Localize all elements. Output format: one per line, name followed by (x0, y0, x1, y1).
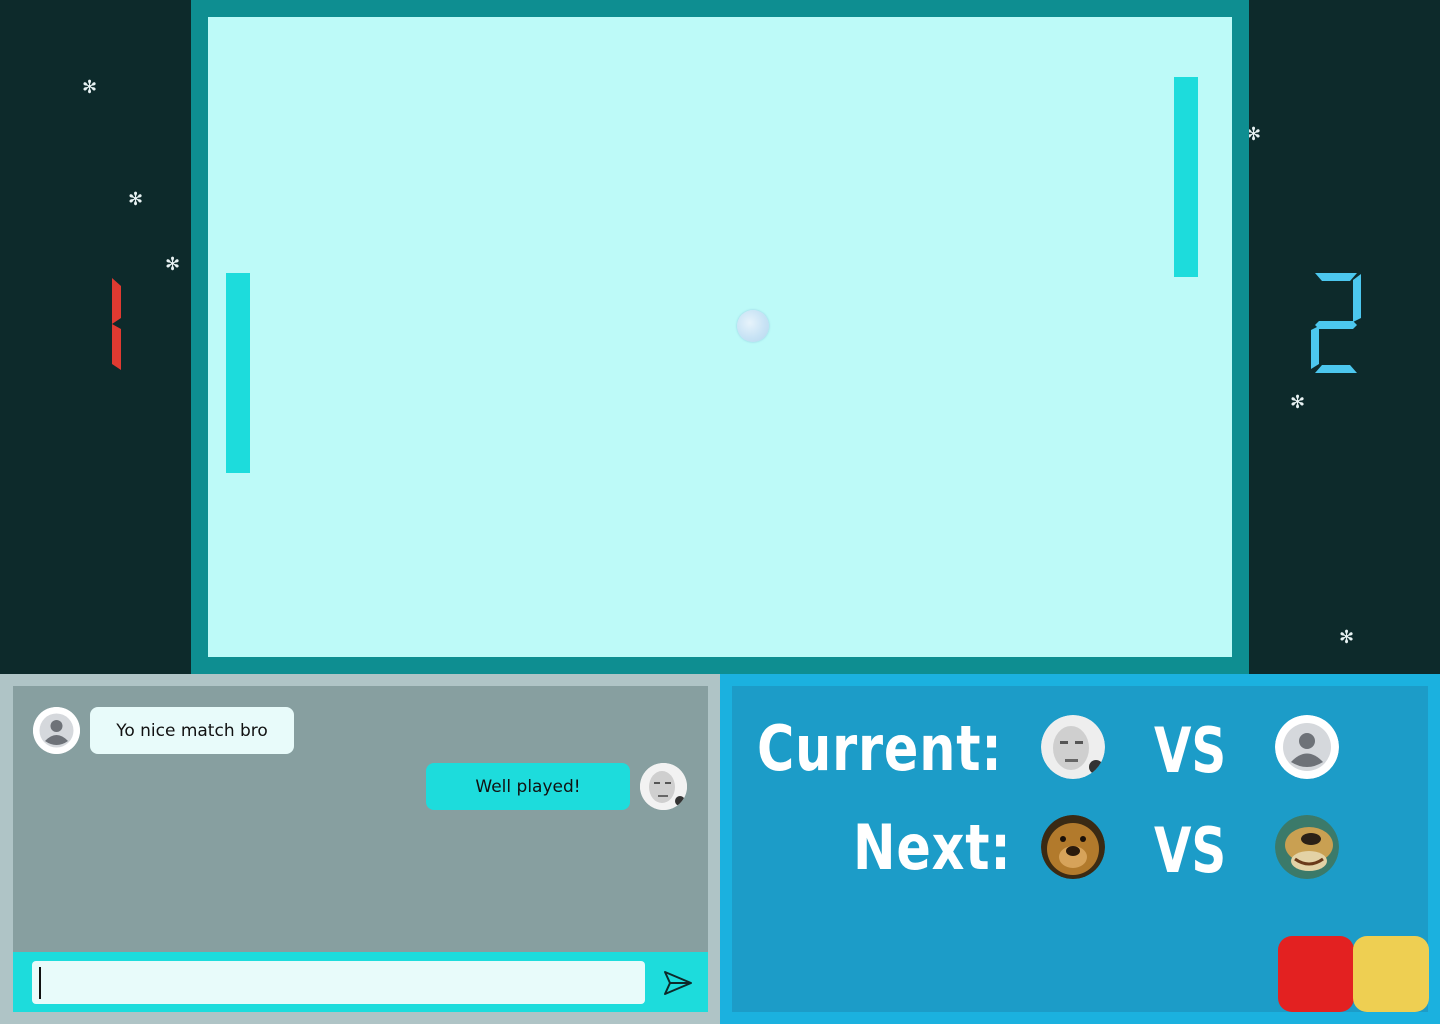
yellow-color-button[interactable] (1353, 936, 1429, 1012)
send-icon (664, 971, 692, 995)
pong-court[interactable] (208, 17, 1232, 657)
right-paddle (1174, 77, 1198, 277)
next-label: Next: (853, 811, 1012, 884)
send-button[interactable] (660, 966, 696, 1000)
chat-message-sent: Well played! (426, 763, 630, 810)
ball (737, 310, 769, 342)
left-paddle (226, 273, 250, 473)
snowflake-icon: ✻ (82, 77, 98, 98)
current-player-1-avatar[interactable] (1041, 715, 1105, 779)
vs-label-next: VS (1154, 814, 1227, 887)
score-left (112, 278, 121, 370)
snowflake-icon: ✻ (165, 254, 181, 275)
next-player-2-avatar[interactable] (1275, 815, 1339, 879)
snowflake-icon: ✻ (1339, 627, 1355, 648)
current-label: Current: (757, 712, 1003, 785)
next-player-1-avatar[interactable] (1041, 815, 1105, 879)
left-score-area (0, 0, 191, 674)
score-right (1311, 273, 1361, 373)
text-caret (39, 967, 41, 999)
current-player-2-avatar[interactable] (1275, 715, 1339, 779)
red-color-button[interactable] (1278, 936, 1354, 1012)
snowflake-icon: ✻ (1290, 392, 1306, 413)
default-user-avatar[interactable] (33, 707, 80, 754)
vs-label-current: VS (1154, 714, 1227, 787)
player-photo-avatar[interactable] (640, 763, 687, 810)
chat-message-received: Yo nice match bro (90, 707, 294, 754)
snowflake-icon: ✻ (128, 189, 144, 210)
chat-input[interactable] (32, 961, 645, 1004)
